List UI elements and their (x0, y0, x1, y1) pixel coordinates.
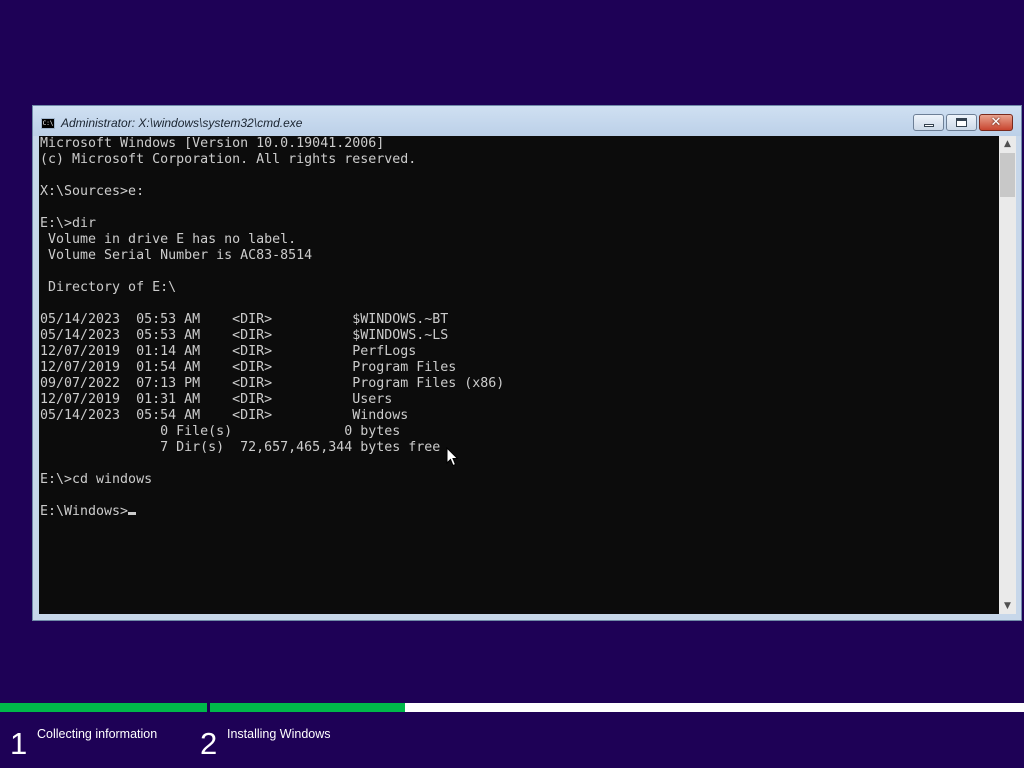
minimize-icon (924, 124, 934, 127)
console-line: E:\>cd windows (40, 472, 153, 487)
window-title: Administrator: X:\windows\system32\cmd.e… (61, 116, 303, 130)
scroll-thumb[interactable] (1000, 153, 1015, 197)
console-line: Volume in drive E has no label. (40, 232, 297, 247)
console-prompt-line: E:\Windows> (40, 504, 999, 520)
progress-fill-2 (210, 703, 406, 712)
console-line: E:\>dir (40, 216, 97, 231)
console-line: Microsoft Windows [Version 10.0.19041.20… (40, 136, 385, 151)
setup-progress (0, 703, 1024, 712)
console-line: Directory of E:\ (40, 280, 177, 295)
close-button[interactable]: ✕ (979, 114, 1013, 131)
vertical-scrollbar[interactable]: ▲ ▼ (999, 136, 1016, 614)
minimize-button[interactable] (913, 114, 944, 131)
step-label: Installing Windows (227, 727, 331, 741)
progress-segment-1 (0, 703, 207, 712)
progress-segment-2 (210, 703, 1024, 712)
cmd-window[interactable]: C:\ Administrator: X:\windows\system32\c… (32, 105, 1022, 621)
console-line: X:\Sources>e: (40, 184, 145, 199)
scroll-down-icon[interactable]: ▼ (999, 598, 1016, 614)
close-icon: ✕ (990, 115, 1002, 130)
console-line: 12/07/2019 01:54 AM <DIR> Program Files (40, 360, 457, 375)
console-prompt: E:\Windows> (40, 504, 129, 519)
maximize-button[interactable] (946, 114, 977, 131)
console-line: 05/14/2023 05:54 AM <DIR> Windows (40, 408, 409, 423)
text-cursor (128, 512, 137, 515)
scroll-up-icon[interactable]: ▲ (999, 136, 1016, 152)
step-label: Collecting information (37, 727, 158, 741)
console-output[interactable]: Microsoft Windows [Version 10.0.19041.20… (39, 136, 999, 614)
console-text: Microsoft Windows [Version 10.0.19041.20… (39, 136, 999, 520)
step-number: 1 (10, 726, 28, 761)
console-line: (c) Microsoft Corporation. All rights re… (40, 152, 417, 167)
console-line: Volume Serial Number is AC83-8514 (40, 248, 313, 263)
cmd-icon: C:\ (41, 118, 55, 129)
console-line: 7 Dir(s) 72,657,465,344 bytes free (40, 440, 441, 455)
maximize-icon (956, 118, 967, 127)
console-line: 12/07/2019 01:31 AM <DIR> Users (40, 392, 393, 407)
console-line: 05/14/2023 05:53 AM <DIR> $WINDOWS.~BT (40, 312, 449, 327)
console-line: 05/14/2023 05:53 AM <DIR> $WINDOWS.~LS (40, 328, 449, 343)
console-line: 12/07/2019 01:14 AM <DIR> PerfLogs (40, 344, 417, 359)
window-controls: ✕ (911, 114, 1013, 132)
step-number: 2 (200, 726, 218, 761)
title-bar[interactable]: C:\ Administrator: X:\windows\system32\c… (33, 106, 1021, 136)
console-line: 09/07/2022 07:13 PM <DIR> Program Files … (40, 376, 505, 391)
mouse-pointer-icon (446, 447, 459, 467)
setup-desktop: C:\ Administrator: X:\windows\system32\c… (0, 0, 1024, 768)
progress-fill-1 (0, 703, 207, 712)
console-line: 0 File(s) 0 bytes (40, 424, 401, 439)
